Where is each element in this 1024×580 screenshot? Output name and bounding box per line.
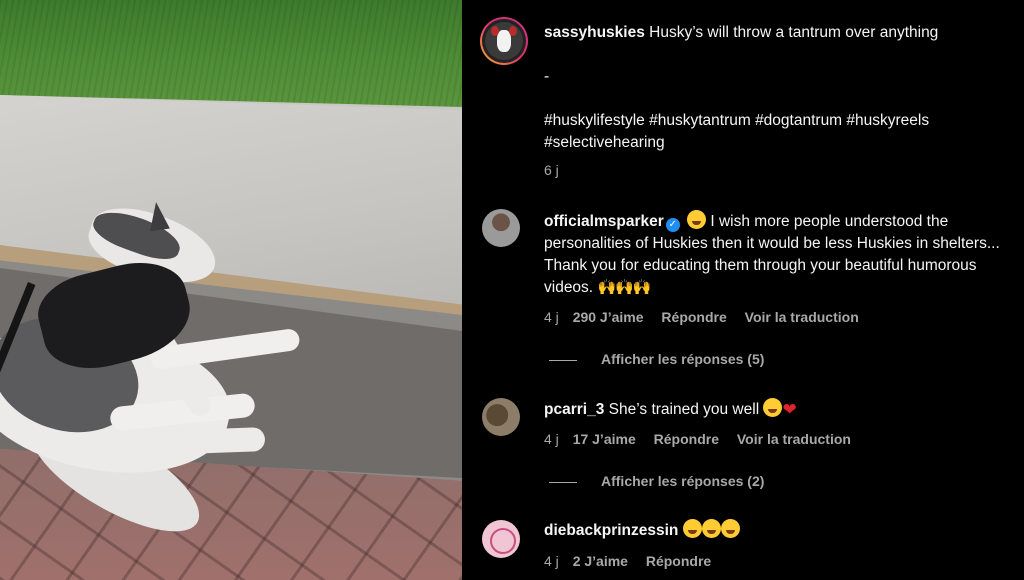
comments-panel: sassyhuskies Husky’s will throw a tantru…: [462, 0, 1024, 580]
reply-button[interactable]: Répondre: [661, 309, 726, 325]
comment-likes[interactable]: 17 J’aime: [573, 431, 636, 447]
translate-button[interactable]: Voir la traduction: [745, 309, 859, 325]
commenter-username[interactable]: diebackprinzessin: [544, 522, 678, 539]
comment-time[interactable]: 4 j: [544, 431, 559, 447]
comment-likes[interactable]: 290 J’aime: [573, 309, 644, 325]
dog-leg: [99, 427, 266, 457]
caption-text: Husky’s will throw a tantrum over anythi…: [649, 24, 939, 41]
comment-meta: 4 j 290 J’aime Répondre Voir la traducti…: [544, 309, 873, 325]
comment-text: She’s trained you well: [608, 401, 760, 418]
comment-body: officialmsparker ✓ I wish more people und…: [544, 210, 1010, 299]
caption-hashtags: #huskylifestyle #huskytantrum #dogtantru…: [544, 110, 1010, 154]
reply-button[interactable]: Répondre: [646, 553, 711, 569]
post-caption: sassyhuskies Husky’s will throw a tantru…: [544, 22, 1010, 44]
raised-hands-emoji-icon: 🙌🙌🙌: [597, 279, 651, 296]
video-frame-photo: [0, 0, 462, 580]
post-time[interactable]: 6 j: [544, 162, 559, 178]
commenter-username[interactable]: officialmsparker: [544, 213, 664, 230]
hashtags-line[interactable]: #selectivehearing: [544, 132, 1010, 154]
commenter-avatar[interactable]: [482, 209, 520, 247]
comment-time[interactable]: 4 j: [544, 309, 559, 325]
comment-body: pcarri_3 She’s trained you well ❤: [544, 398, 1010, 421]
commenter-avatar[interactable]: [482, 520, 520, 558]
dog-ear: [146, 200, 170, 232]
laughing-emoji-icon: [687, 210, 707, 229]
comment-likes[interactable]: 2 J’aime: [573, 553, 628, 569]
hashtags-line[interactable]: #huskylifestyle #huskytantrum #dogtantru…: [544, 110, 1010, 132]
replies-divider: [549, 359, 577, 361]
red-heart-emoji-icon: ❤: [782, 400, 797, 419]
laughing-emoji-icon: [701, 519, 721, 538]
translate-button[interactable]: Voir la traduction: [737, 431, 851, 447]
author-avatar[interactable]: [480, 17, 528, 65]
laughing-emoji-icon: [763, 398, 783, 417]
reply-button[interactable]: Répondre: [654, 431, 719, 447]
laughing-emoji-icon: [720, 519, 740, 538]
view-replies-label: Afficher les réponses (2): [601, 473, 765, 489]
comment-meta: 4 j 2 J’aime Répondre: [544, 553, 725, 569]
replies-divider: [549, 481, 577, 483]
caption-separator: -: [544, 68, 550, 85]
comment-body: diebackprinzessin: [544, 519, 1010, 542]
laughing-emoji-icon: [682, 519, 702, 538]
view-replies-button[interactable]: Afficher les réponses (2): [549, 473, 764, 489]
author-username[interactable]: sassyhuskies: [544, 24, 645, 41]
husky-dog: [0, 0, 462, 580]
commenter-username[interactable]: pcarri_3: [544, 401, 604, 418]
post-meta: 6 j: [544, 162, 569, 178]
comment-time[interactable]: 4 j: [544, 553, 559, 569]
view-replies-label: Afficher les réponses (5): [601, 351, 765, 367]
verified-badge-icon: ✓: [665, 218, 680, 232]
view-replies-button[interactable]: Afficher les réponses (5): [549, 351, 764, 367]
commenter-avatar[interactable]: [482, 398, 520, 436]
comment-meta: 4 j 17 J’aime Répondre Voir la traductio…: [544, 431, 865, 447]
